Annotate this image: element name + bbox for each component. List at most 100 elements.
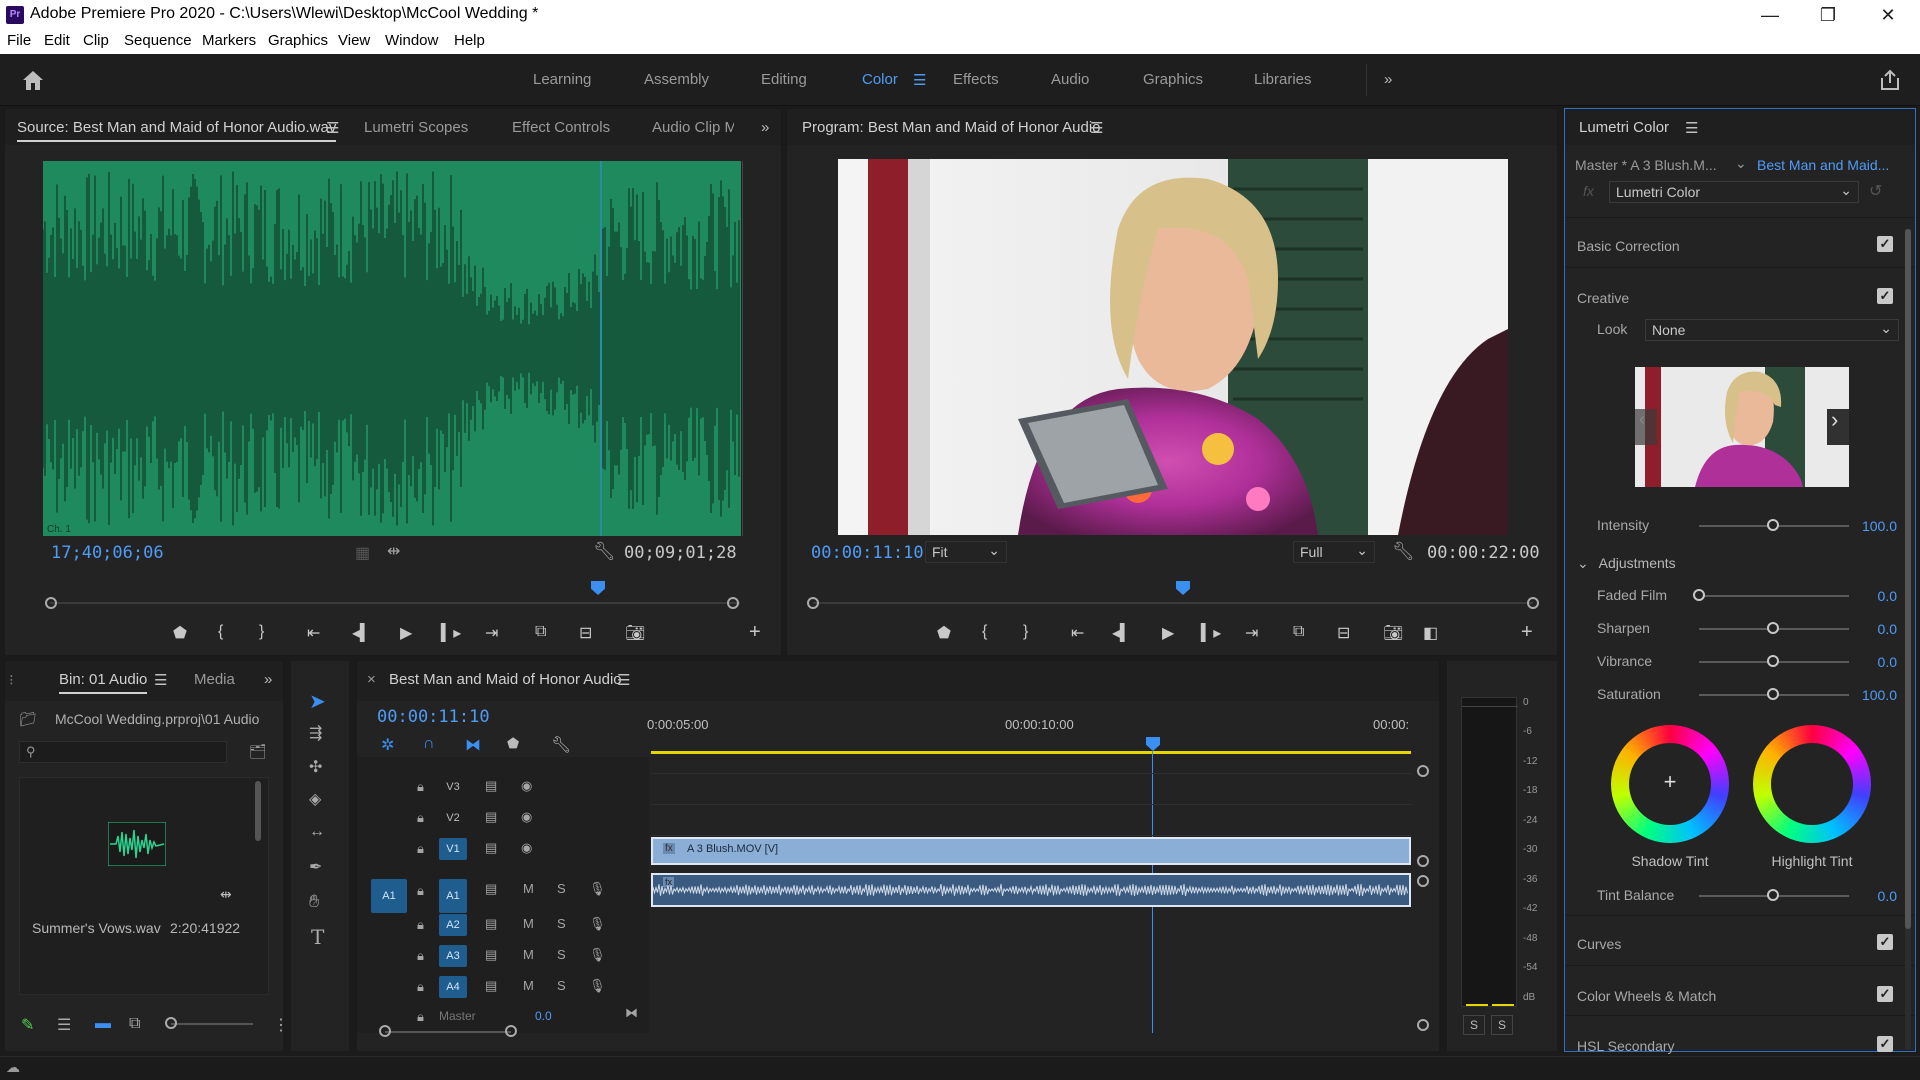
faded-film-slider[interactable] xyxy=(1699,595,1849,597)
timeline-timecode[interactable]: 00:00:11:10 xyxy=(377,707,490,727)
bin-panel-menu-icon[interactable]: ☰ xyxy=(154,671,167,689)
audio-waveform[interactable]: Ch. 1 xyxy=(43,161,741,536)
track-a4-label[interactable]: A4 xyxy=(439,976,467,998)
timeline-zoom-end-handle[interactable] xyxy=(505,1025,517,1037)
add-marker-icon[interactable]: ⬟ xyxy=(173,623,187,643)
workspace-tab-assembly[interactable]: Assembly xyxy=(644,71,709,88)
section-basic-correction[interactable]: Basic Correction ✓ xyxy=(1565,217,1915,257)
extract-icon[interactable]: ⊟ xyxy=(1337,623,1350,643)
audio-meter[interactable] xyxy=(1461,697,1518,1007)
bin-item-name[interactable]: Summer's Vows.wav xyxy=(32,920,161,936)
freeform-view-icon[interactable]: ⧉ xyxy=(129,1015,140,1033)
close-sequence-icon[interactable]: × xyxy=(367,671,376,688)
pen-tool-icon[interactable]: ✒ xyxy=(309,857,322,877)
creative-cloud-icon[interactable]: ☁︎ xyxy=(6,1059,20,1076)
lock-icon[interactable]: 🔒︎ xyxy=(417,841,424,857)
lock-icon[interactable]: 🔒︎ xyxy=(417,979,424,995)
mark-in-icon[interactable]: { xyxy=(218,623,223,641)
sync-lock-icon[interactable]: ▤ xyxy=(485,809,497,825)
curves-checkbox[interactable]: ✓ xyxy=(1877,934,1893,950)
comparison-view-icon[interactable]: ◧ xyxy=(1423,623,1438,643)
sharpen-value[interactable]: 0.0 xyxy=(1845,621,1897,637)
solo-right-button[interactable]: S xyxy=(1491,1015,1513,1035)
workspace-tab-audio[interactable]: Audio xyxy=(1051,71,1089,88)
solo-button[interactable]: S xyxy=(557,947,566,962)
source-patch-a1[interactable]: A1 xyxy=(371,879,407,913)
sync-lock-icon[interactable]: ▤ xyxy=(485,978,497,994)
workspace-tab-editing[interactable]: Editing xyxy=(761,71,807,88)
look-select[interactable]: None ⌄ xyxy=(1645,319,1899,341)
icon-view-icon[interactable]: ▬ xyxy=(95,1015,111,1033)
saturation-value[interactable]: 100.0 xyxy=(1845,687,1897,703)
track-height-handle[interactable] xyxy=(1417,765,1429,777)
voice-over-mic-icon[interactable]: 🎙︎ xyxy=(589,881,606,897)
faded-film-slider-knob[interactable] xyxy=(1693,589,1705,601)
step-back-icon[interactable]: ◂▍ xyxy=(352,623,372,643)
tab-audio-clip-mixer[interactable]: Audio Clip M xyxy=(652,119,734,136)
settings-wrench-icon[interactable]: 🔧︎ xyxy=(593,541,616,562)
mark-out-icon[interactable]: } xyxy=(259,623,264,641)
drag-audio-icon[interactable]: ⇹ xyxy=(387,541,400,561)
solo-button[interactable]: S xyxy=(557,916,566,931)
mute-button[interactable]: M xyxy=(523,916,534,931)
solo-button[interactable]: S xyxy=(557,881,566,896)
menu-file[interactable]: File xyxy=(7,32,31,49)
tint-balance-value[interactable]: 0.0 xyxy=(1845,888,1897,904)
program-playhead-marker[interactable] xyxy=(1176,581,1190,595)
lock-icon[interactable]: 🔒︎ xyxy=(417,1009,424,1025)
step-back-icon[interactable]: ◂▍ xyxy=(1112,623,1132,643)
track-a2-label[interactable]: A2 xyxy=(439,914,467,936)
restore-icon[interactable]: ❐ xyxy=(1802,2,1854,28)
solo-left-button[interactable]: S xyxy=(1463,1015,1485,1035)
home-icon[interactable] xyxy=(20,68,46,92)
add-marker-icon[interactable]: ⬟ xyxy=(937,623,951,643)
track-v3-label[interactable]: V3 xyxy=(439,776,467,798)
track-v1-label[interactable]: V1 xyxy=(439,838,467,860)
intensity-slider-knob[interactable] xyxy=(1767,519,1779,531)
source-timecode[interactable]: 17;40;06;06 xyxy=(51,543,164,563)
more-workspaces-icon[interactable]: » xyxy=(1384,71,1392,88)
video-clip[interactable]: fx A 3 Blush.MOV [V] xyxy=(651,837,1411,865)
thumbnail-size-slider[interactable] xyxy=(171,1023,253,1025)
work-area-bar[interactable] xyxy=(651,751,1411,754)
tab-bin[interactable]: Bin: 01 Audio xyxy=(59,671,148,694)
track-select-tool-icon[interactable]: ⇶ xyxy=(309,723,322,743)
new-search-bin-icon[interactable]: 🗂︎ xyxy=(249,743,267,760)
bin-item-card[interactable]: ⇹ Summer's Vows.wav 2:20:41922 xyxy=(19,777,269,995)
button-editor-plus-icon[interactable]: + xyxy=(749,621,761,644)
lift-icon[interactable]: ⧉ xyxy=(1293,623,1304,641)
creative-checkbox[interactable]: ✓ xyxy=(1877,288,1893,304)
mark-out-icon[interactable]: } xyxy=(1023,623,1028,641)
vibrance-slider-knob[interactable] xyxy=(1767,655,1779,667)
intensity-value[interactable]: 100.0 xyxy=(1845,518,1897,534)
add-marker-icon[interactable]: ⬟ xyxy=(507,735,519,752)
pencil-icon[interactable]: ✎ xyxy=(21,1015,34,1035)
timeline-zoom-start-handle[interactable] xyxy=(379,1025,391,1037)
menu-graphics[interactable]: Graphics xyxy=(268,32,328,49)
section-color-wheels-match[interactable]: Color Wheels & Match ✓ xyxy=(1565,965,1915,1005)
source-zoom-start-handle[interactable] xyxy=(45,597,57,609)
lock-icon[interactable]: 🔒︎ xyxy=(417,883,424,899)
sync-lock-icon[interactable]: ▤ xyxy=(485,881,497,897)
workspace-tab-libraries[interactable]: Libraries xyxy=(1254,71,1312,88)
more-tabs-icon[interactable]: » xyxy=(761,119,769,136)
share-icon[interactable] xyxy=(1878,68,1902,92)
fx-icon[interactable]: fx xyxy=(1583,183,1594,199)
type-tool-icon[interactable]: T xyxy=(311,925,324,949)
go-to-out-icon[interactable]: ⇥ xyxy=(485,623,498,643)
zoom-select[interactable]: Fit ⌄ xyxy=(925,541,1007,563)
settings-wrench-icon[interactable]: 🔧︎ xyxy=(1392,541,1415,562)
minimize-icon[interactable]: — xyxy=(1744,2,1796,28)
program-video-frame[interactable] xyxy=(838,159,1508,535)
master-collapse-icon[interactable]: ⧓ xyxy=(625,1005,638,1021)
timeline-settings-wrench-icon[interactable]: 🔧︎ xyxy=(551,735,571,755)
export-frame-icon[interactable]: 📷︎ xyxy=(1383,623,1403,643)
tint-balance-slider-knob[interactable] xyxy=(1767,889,1779,901)
eye-icon[interactable]: ◉ xyxy=(521,840,532,856)
lumetri-scrollbar[interactable] xyxy=(1905,229,1911,1049)
track-height-handle[interactable] xyxy=(1417,855,1429,867)
insert-icon[interactable]: ▦ xyxy=(355,543,370,563)
faded-film-value[interactable]: 0.0 xyxy=(1845,588,1897,604)
export-frame-icon[interactable]: 📷︎ xyxy=(625,623,645,643)
color-wheels-checkbox[interactable]: ✓ xyxy=(1877,986,1893,1002)
